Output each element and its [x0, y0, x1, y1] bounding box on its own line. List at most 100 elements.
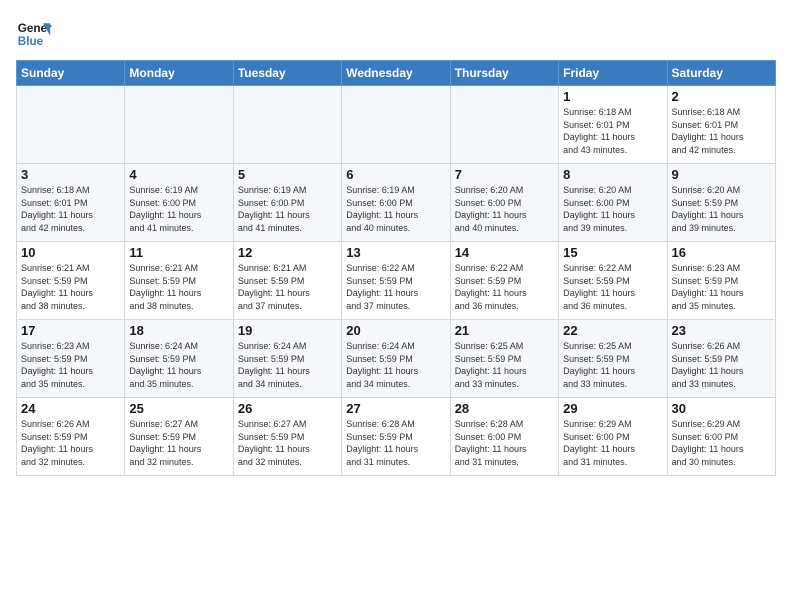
day-number: 28	[455, 401, 554, 416]
cell-info: Sunrise: 6:22 AM Sunset: 5:59 PM Dayligh…	[346, 262, 445, 312]
day-number: 15	[563, 245, 662, 260]
day-number: 21	[455, 323, 554, 338]
day-number: 26	[238, 401, 337, 416]
day-number: 6	[346, 167, 445, 182]
day-number: 27	[346, 401, 445, 416]
calendar-cell	[17, 86, 125, 164]
weekday-header-friday: Friday	[559, 61, 667, 86]
calendar-cell: 13 Sunrise: 6:22 AM Sunset: 5:59 PM Dayli…	[342, 242, 450, 320]
day-number: 11	[129, 245, 228, 260]
calendar-cell: 4 Sunrise: 6:19 AM Sunset: 6:00 PM Daylig…	[125, 164, 233, 242]
cell-info: Sunrise: 6:18 AM Sunset: 6:01 PM Dayligh…	[21, 184, 120, 234]
logo-icon: General Blue	[16, 16, 52, 52]
calendar-cell: 9 Sunrise: 6:20 AM Sunset: 5:59 PM Daylig…	[667, 164, 775, 242]
cell-info: Sunrise: 6:29 AM Sunset: 6:00 PM Dayligh…	[563, 418, 662, 468]
calendar-cell: 28 Sunrise: 6:28 AM Sunset: 6:00 PM Dayli…	[450, 398, 558, 476]
cell-info: Sunrise: 6:22 AM Sunset: 5:59 PM Dayligh…	[563, 262, 662, 312]
calendar-cell: 5 Sunrise: 6:19 AM Sunset: 6:00 PM Daylig…	[233, 164, 341, 242]
calendar-cell: 29 Sunrise: 6:29 AM Sunset: 6:00 PM Dayli…	[559, 398, 667, 476]
calendar-cell: 12Sunrise: 6:21 AM Sunset: 5:59 PM Dayli…	[233, 242, 341, 320]
cell-info: Sunrise: 6:25 AM Sunset: 5:59 PM Dayligh…	[455, 340, 554, 390]
main-container: General Blue SundayMondayTuesdayWednesda…	[0, 0, 792, 484]
weekday-header-monday: Monday	[125, 61, 233, 86]
calendar-cell: 24Sunrise: 6:26 AM Sunset: 5:59 PM Dayli…	[17, 398, 125, 476]
day-number: 22	[563, 323, 662, 338]
cell-info: Sunrise: 6:28 AM Sunset: 6:00 PM Dayligh…	[455, 418, 554, 468]
cell-info: Sunrise: 6:23 AM Sunset: 5:59 PM Dayligh…	[672, 262, 771, 312]
cell-info: Sunrise: 6:29 AM Sunset: 6:00 PM Dayligh…	[672, 418, 771, 468]
day-number: 14	[455, 245, 554, 260]
cell-info: Sunrise: 6:19 AM Sunset: 6:00 PM Dayligh…	[129, 184, 228, 234]
weekday-header-saturday: Saturday	[667, 61, 775, 86]
cell-info: Sunrise: 6:20 AM Sunset: 5:59 PM Dayligh…	[672, 184, 771, 234]
calendar-cell: 2 Sunrise: 6:18 AM Sunset: 6:01 PM Daylig…	[667, 86, 775, 164]
header: General Blue	[16, 16, 776, 52]
cell-info: Sunrise: 6:24 AM Sunset: 5:59 PM Dayligh…	[129, 340, 228, 390]
calendar-cell: 26 Sunrise: 6:27 AM Sunset: 5:59 PM Dayli…	[233, 398, 341, 476]
cell-info: Sunrise: 6:25 AM Sunset: 5:59 PM Dayligh…	[563, 340, 662, 390]
cell-info: Sunrise: 6:26 AM Sunset: 5:59 PM Dayligh…	[21, 418, 120, 468]
calendar-cell: 6Sunrise: 6:19 AM Sunset: 6:00 PM Daylig…	[342, 164, 450, 242]
day-number: 10	[21, 245, 120, 260]
calendar-cell: 15 Sunrise: 6:22 AM Sunset: 5:59 PM Dayli…	[559, 242, 667, 320]
calendar-cell: 19 Sunrise: 6:24 AM Sunset: 5:59 PM Dayli…	[233, 320, 341, 398]
calendar-cell: 7 Sunrise: 6:20 AM Sunset: 6:00 PM Daylig…	[450, 164, 558, 242]
day-number: 2	[672, 89, 771, 104]
day-number: 17	[21, 323, 120, 338]
calendar-cell: 11 Sunrise: 6:21 AM Sunset: 5:59 PM Dayli…	[125, 242, 233, 320]
cell-info: Sunrise: 6:21 AM Sunset: 5:59 PM Dayligh…	[129, 262, 228, 312]
calendar-cell	[233, 86, 341, 164]
calendar-cell: 17 Sunrise: 6:23 AM Sunset: 5:59 PM Dayli…	[17, 320, 125, 398]
day-number: 29	[563, 401, 662, 416]
cell-info: Sunrise: 6:24 AM Sunset: 5:59 PM Dayligh…	[238, 340, 337, 390]
day-number: 25	[129, 401, 228, 416]
day-number: 16	[672, 245, 771, 260]
weekday-header-tuesday: Tuesday	[233, 61, 341, 86]
day-number: 4	[129, 167, 228, 182]
day-number: 30	[672, 401, 771, 416]
calendar-cell: 25 Sunrise: 6:27 AM Sunset: 5:59 PM Dayli…	[125, 398, 233, 476]
day-number: 13	[346, 245, 445, 260]
calendar-cell: 14 Sunrise: 6:22 AM Sunset: 5:59 PM Dayli…	[450, 242, 558, 320]
day-number: 8	[563, 167, 662, 182]
calendar-cell	[125, 86, 233, 164]
day-number: 7	[455, 167, 554, 182]
cell-info: Sunrise: 6:18 AM Sunset: 6:01 PM Dayligh…	[563, 106, 662, 156]
day-number: 1	[563, 89, 662, 104]
calendar-cell: 22 Sunrise: 6:25 AM Sunset: 5:59 PM Dayli…	[559, 320, 667, 398]
cell-info: Sunrise: 6:27 AM Sunset: 5:59 PM Dayligh…	[129, 418, 228, 468]
calendar-cell: 23Sunrise: 6:26 AM Sunset: 5:59 PM Dayli…	[667, 320, 775, 398]
cell-info: Sunrise: 6:23 AM Sunset: 5:59 PM Dayligh…	[21, 340, 120, 390]
calendar-cell: 10 Sunrise: 6:21 AM Sunset: 5:59 PM Dayli…	[17, 242, 125, 320]
calendar-cell: 18Sunrise: 6:24 AM Sunset: 5:59 PM Dayli…	[125, 320, 233, 398]
cell-info: Sunrise: 6:18 AM Sunset: 6:01 PM Dayligh…	[672, 106, 771, 156]
calendar-cell: 21 Sunrise: 6:25 AM Sunset: 5:59 PM Dayli…	[450, 320, 558, 398]
cell-info: Sunrise: 6:22 AM Sunset: 5:59 PM Dayligh…	[455, 262, 554, 312]
day-number: 20	[346, 323, 445, 338]
calendar-cell: 16 Sunrise: 6:23 AM Sunset: 5:59 PM Dayli…	[667, 242, 775, 320]
logo: General Blue	[16, 16, 56, 52]
calendar-cell	[450, 86, 558, 164]
svg-text:Blue: Blue	[18, 35, 44, 48]
calendar-cell	[342, 86, 450, 164]
calendar-cell: 20 Sunrise: 6:24 AM Sunset: 5:59 PM Dayli…	[342, 320, 450, 398]
day-number: 9	[672, 167, 771, 182]
cell-info: Sunrise: 6:20 AM Sunset: 6:00 PM Dayligh…	[455, 184, 554, 234]
calendar-cell: 8 Sunrise: 6:20 AM Sunset: 6:00 PM Daylig…	[559, 164, 667, 242]
cell-info: Sunrise: 6:21 AM Sunset: 5:59 PM Dayligh…	[21, 262, 120, 312]
day-number: 3	[21, 167, 120, 182]
calendar-cell: 1 Sunrise: 6:18 AM Sunset: 6:01 PM Daylig…	[559, 86, 667, 164]
calendar-cell: 27Sunrise: 6:28 AM Sunset: 5:59 PM Dayli…	[342, 398, 450, 476]
calendar-cell: 30 Sunrise: 6:29 AM Sunset: 6:00 PM Dayli…	[667, 398, 775, 476]
day-number: 5	[238, 167, 337, 182]
day-number: 19	[238, 323, 337, 338]
cell-info: Sunrise: 6:20 AM Sunset: 6:00 PM Dayligh…	[563, 184, 662, 234]
cell-info: Sunrise: 6:24 AM Sunset: 5:59 PM Dayligh…	[346, 340, 445, 390]
day-number: 23	[672, 323, 771, 338]
weekday-header-thursday: Thursday	[450, 61, 558, 86]
calendar-table: SundayMondayTuesdayWednesdayThursdayFrid…	[16, 60, 776, 476]
cell-info: Sunrise: 6:27 AM Sunset: 5:59 PM Dayligh…	[238, 418, 337, 468]
calendar-cell: 3 Sunrise: 6:18 AM Sunset: 6:01 PM Daylig…	[17, 164, 125, 242]
cell-info: Sunrise: 6:19 AM Sunset: 6:00 PM Dayligh…	[238, 184, 337, 234]
cell-info: Sunrise: 6:21 AM Sunset: 5:59 PM Dayligh…	[238, 262, 337, 312]
